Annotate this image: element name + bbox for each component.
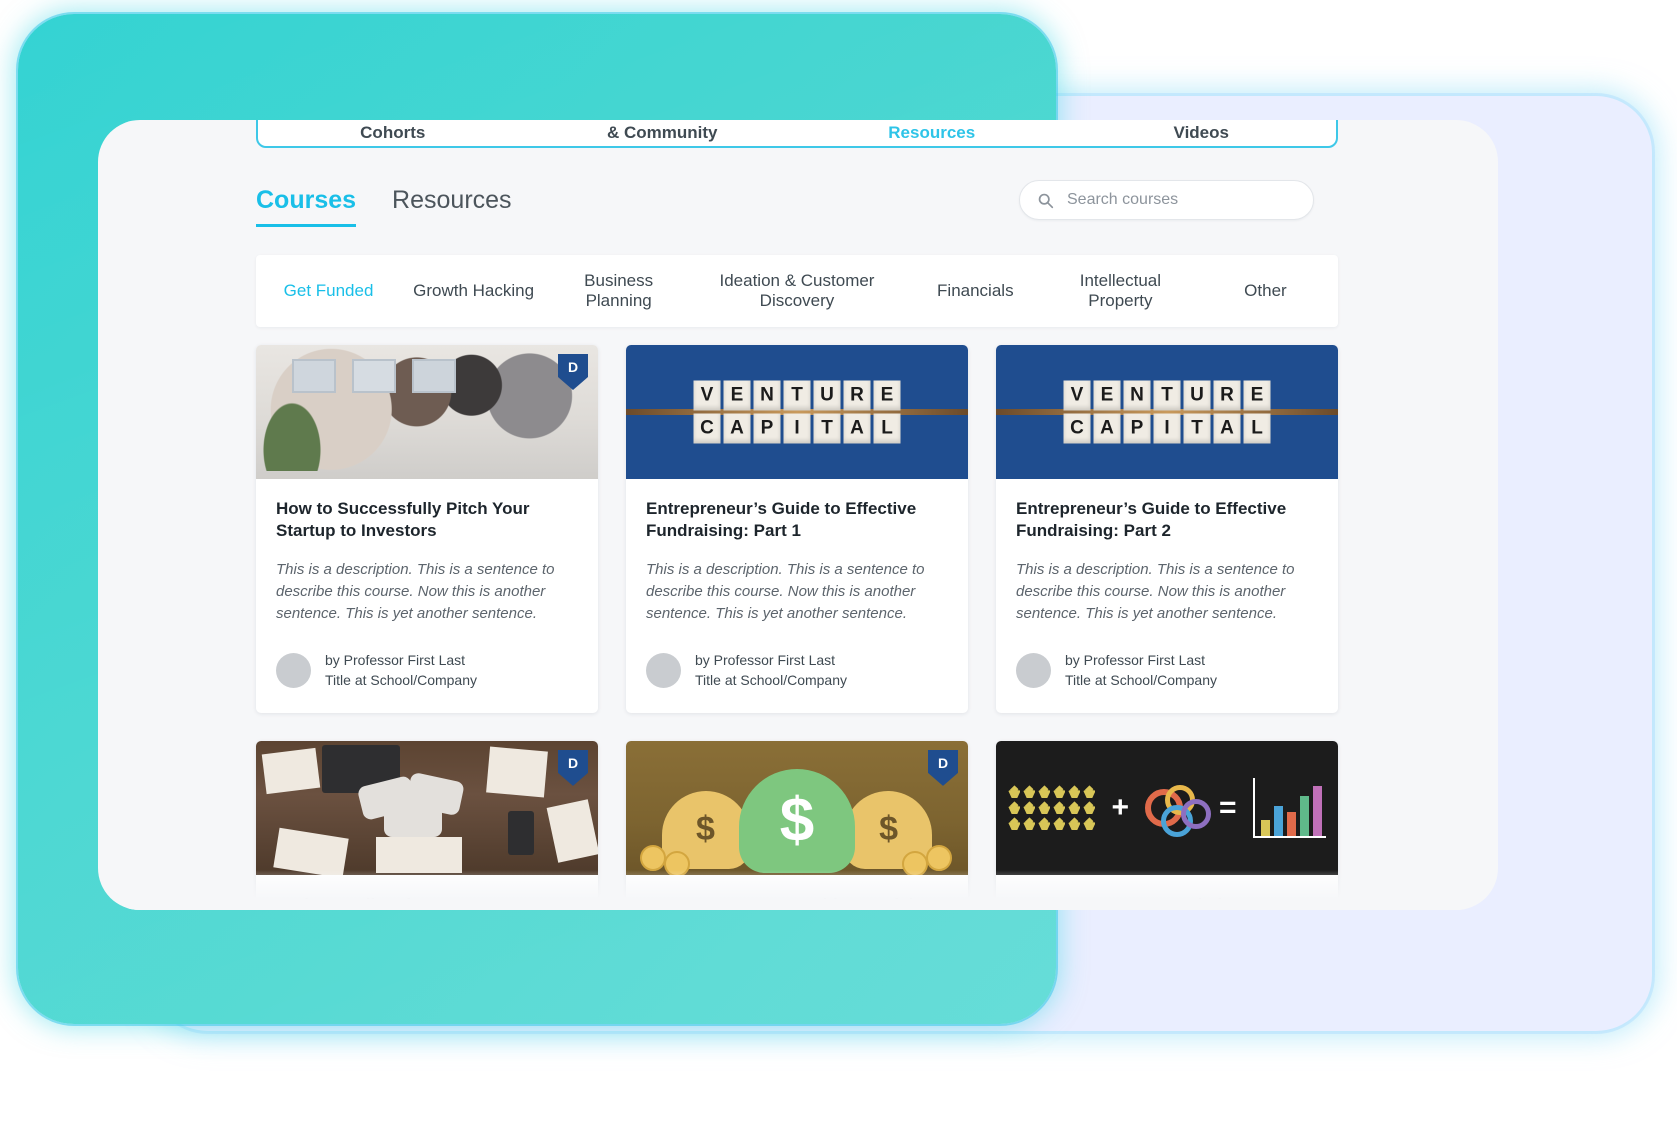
- avatar: [276, 653, 311, 689]
- course-thumbnail-desk-handshake: D: [256, 740, 598, 875]
- course-card[interactable]: D How to Successfully Pitch Your Startup…: [256, 345, 598, 713]
- bar-chart-icon: [1252, 777, 1326, 838]
- course-title: Understanding the Investor Term Sheet: [276, 894, 543, 910]
- course-card-body: Entrepreneur’s Guide to Effective Fundra…: [996, 479, 1338, 713]
- course-description: This is a description. This is a sentenc…: [1016, 560, 1295, 622]
- provider-badge-icon: D: [558, 354, 588, 390]
- tile-row-2: CAP ITAL: [1063, 413, 1271, 444]
- category-business-planning[interactable]: Business Planning: [546, 271, 691, 311]
- author-name: by Professor First Last: [325, 652, 466, 669]
- category-get-funded[interactable]: Get Funded: [256, 281, 401, 301]
- course-title: How to Successfully Pitch Your Startup t…: [276, 499, 530, 540]
- course-title: An Entrepreneur’s Guide to Raising Ventu…: [646, 894, 935, 910]
- course-description: This is a description. This is a sentenc…: [276, 560, 555, 622]
- tile-row-1: VEN TURE: [1063, 380, 1271, 411]
- category-ideation-customer-discovery[interactable]: Ideation & Customer Discovery: [691, 271, 903, 311]
- course-card[interactable]: VEN TURE CAP ITAL Entrepreneur’s Guide t…: [626, 345, 968, 713]
- search-box[interactable]: [1019, 180, 1314, 220]
- topnav-item-cohorts[interactable]: Cohorts: [258, 123, 528, 146]
- course-title: Create Your Investor Pitch: [1016, 894, 1228, 910]
- plus-icon: +: [1111, 790, 1129, 824]
- avatar: [1016, 653, 1051, 689]
- course-title: Entrepreneur’s Guide to Effective Fundra…: [1016, 499, 1287, 540]
- provider-badge-icon: D: [558, 749, 588, 786]
- course-author: by Professor First Last Title at School/…: [276, 651, 578, 691]
- topnav-item-resources[interactable]: Resources: [797, 123, 1067, 146]
- course-thumbnail-chalkboard-equation: + =: [996, 740, 1338, 875]
- category-intellectual-property[interactable]: Intellectual Property: [1048, 271, 1193, 311]
- category-financials[interactable]: Financials: [903, 281, 1048, 301]
- author-text: by Professor First Last Title at School/…: [1065, 651, 1217, 691]
- top-navigation: Cohorts & Community Resources Videos: [256, 120, 1338, 148]
- author-title: Title at School/Company: [325, 671, 477, 688]
- course-card[interactable]: D Understanding the Investor Term Sheet …: [256, 740, 598, 910]
- app-window: Cohorts & Community Resources Videos Cou…: [98, 120, 1498, 910]
- people-icon: [1008, 785, 1096, 831]
- venture-capital-tiles: VEN TURE CAP ITAL: [693, 380, 901, 444]
- category-other[interactable]: Other: [1193, 281, 1338, 301]
- author-title: Title at School/Company: [695, 671, 847, 688]
- author-name: by Professor First Last: [695, 652, 836, 669]
- search-input[interactable]: [1065, 190, 1296, 210]
- tab-courses[interactable]: Courses: [256, 186, 357, 227]
- search-icon: [1037, 192, 1054, 209]
- author-text: by Professor First Last Title at School/…: [695, 651, 847, 691]
- course-card-body: Create Your Investor Pitch This is a des…: [996, 875, 1338, 910]
- category-growth-hacking[interactable]: Growth Hacking: [401, 281, 546, 301]
- course-card[interactable]: VEN TURE CAP ITAL Entrepreneur’s Guide t…: [996, 345, 1338, 713]
- avatar: [646, 653, 681, 689]
- category-filter-bar: Get Funded Growth Hacking Business Plann…: [256, 255, 1338, 327]
- chalk-equation: + =: [996, 777, 1338, 838]
- topnav-item-community[interactable]: & Community: [528, 123, 798, 146]
- gears-icon: [1145, 784, 1211, 837]
- course-card[interactable]: $ $ $ D An Entrepreneur’s Guide to Raisi…: [626, 740, 968, 910]
- equals-icon: =: [1219, 790, 1237, 824]
- course-card-body: An Entrepreneur’s Guide to Raising Ventu…: [626, 875, 968, 910]
- course-card[interactable]: + = Create Your Investor Pitch: [996, 740, 1338, 910]
- author-name: by Professor First Last: [1065, 652, 1206, 669]
- course-card-body: How to Successfully Pitch Your Startup t…: [256, 479, 598, 713]
- course-card-body: Understanding the Investor Term Sheet Th…: [256, 875, 598, 910]
- course-thumbnail-money-bags: $ $ $ D: [626, 740, 968, 875]
- course-description: This is a description. This is a sentenc…: [646, 560, 925, 622]
- author-title: Title at School/Company: [1065, 671, 1217, 688]
- course-card-body: Entrepreneur’s Guide to Effective Fundra…: [626, 479, 968, 713]
- course-thumbnail-team-photo: D: [256, 345, 598, 479]
- course-thumbnail-venture-capital: VEN TURE CAP ITAL: [626, 345, 968, 479]
- tile-row-1: VEN TURE: [693, 380, 901, 411]
- section-tabs: Courses Resources: [256, 186, 512, 227]
- tile-row-2: CAP ITAL: [693, 413, 901, 444]
- author-text: by Professor First Last Title at School/…: [325, 651, 477, 691]
- decorative-stage: Cohorts & Community Resources Videos Cou…: [0, 0, 1677, 1137]
- course-author: by Professor First Last Title at School/…: [646, 651, 948, 691]
- course-thumbnail-venture-capital: VEN TURE CAP ITAL: [996, 345, 1338, 479]
- course-author: by Professor First Last Title at School/…: [1016, 651, 1318, 691]
- course-grid: D How to Successfully Pitch Your Startup…: [256, 345, 1338, 910]
- tab-resources[interactable]: Resources: [392, 186, 512, 227]
- topnav-item-videos[interactable]: Videos: [1067, 123, 1337, 146]
- course-title: Entrepreneur’s Guide to Effective Fundra…: [646, 499, 917, 540]
- provider-badge-icon: D: [928, 749, 958, 786]
- venture-capital-tiles: VEN TURE CAP ITAL: [1063, 380, 1271, 444]
